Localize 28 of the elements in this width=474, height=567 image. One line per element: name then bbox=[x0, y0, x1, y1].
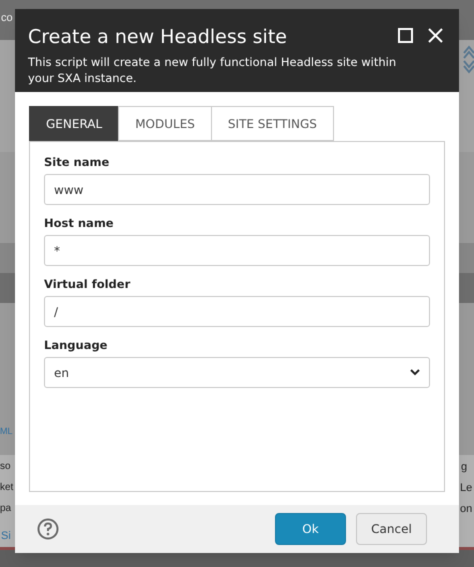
background-text: g bbox=[461, 460, 468, 474]
dialog-description: This script will create a new fully functional Headless site within your SXA instance. bbox=[28, 54, 398, 86]
background-text: co bbox=[1, 11, 13, 25]
background-text: ket bbox=[0, 481, 14, 495]
field-label: Language bbox=[44, 337, 108, 353]
background-text: pa bbox=[0, 502, 12, 516]
field-label: Site name bbox=[44, 154, 110, 170]
input-field[interactable]: www bbox=[44, 174, 430, 205]
ok-button[interactable]: Ok bbox=[275, 513, 346, 545]
close-icon[interactable] bbox=[428, 28, 443, 43]
field-label: Host name bbox=[44, 215, 115, 231]
background-text: so bbox=[0, 460, 11, 474]
background-text: ML bbox=[0, 425, 13, 438]
tab[interactable]: GENERAL bbox=[29, 106, 120, 141]
maximize-icon[interactable] bbox=[398, 28, 413, 43]
help-icon[interactable] bbox=[37, 518, 59, 540]
input-field[interactable]: / bbox=[44, 296, 430, 327]
background-text: on bbox=[460, 502, 472, 516]
chevron-down-icon bbox=[410, 369, 420, 376]
tab[interactable]: SITE SETTINGS bbox=[210, 106, 334, 141]
dialog-title: Create a new Headless site bbox=[28, 25, 287, 49]
language-select[interactable]: en bbox=[44, 357, 430, 388]
background-text: Le bbox=[460, 481, 472, 495]
background-text: Si bbox=[1, 529, 11, 543]
cancel-button[interactable]: Cancel bbox=[356, 513, 427, 545]
field-label: Virtual folder bbox=[44, 276, 132, 292]
tab[interactable]: MODULES bbox=[118, 106, 212, 141]
input-field[interactable]: * bbox=[44, 235, 430, 266]
